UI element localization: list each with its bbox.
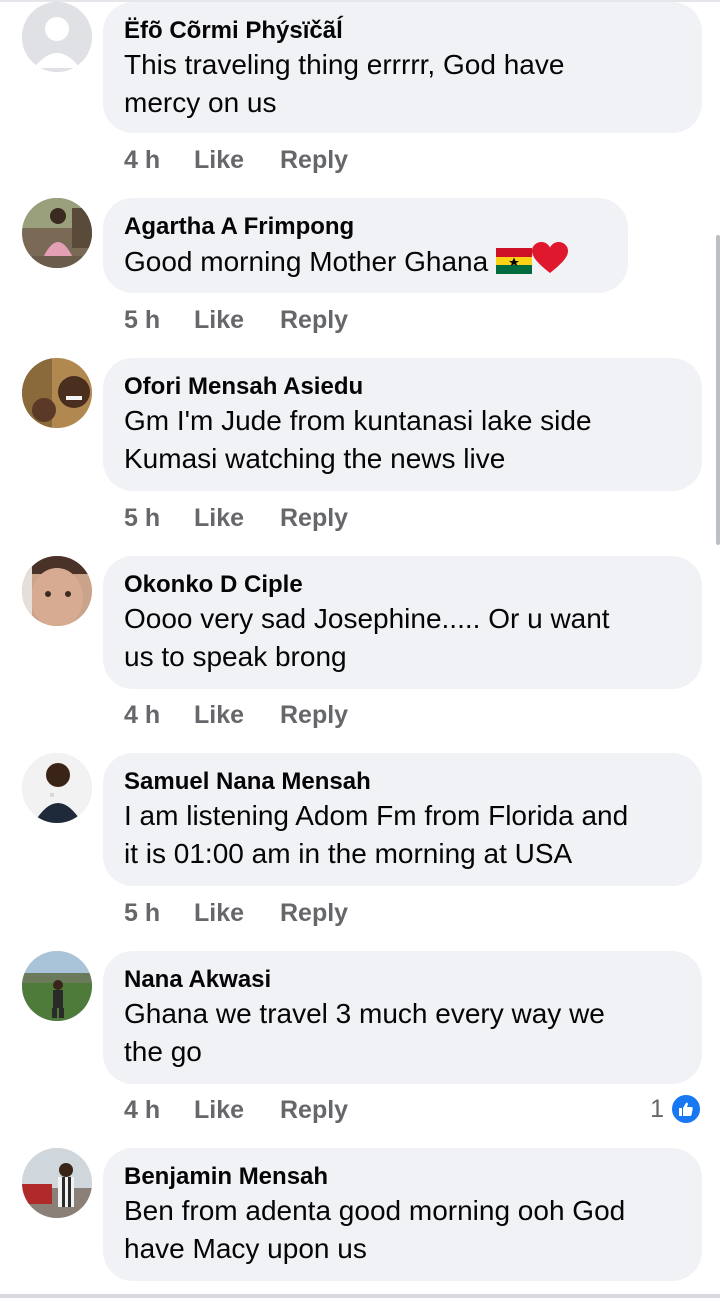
commenter-name[interactable]: Okonko D Ciple <box>124 570 680 600</box>
like-button[interactable]: Like <box>194 898 280 928</box>
comment-timestamp[interactable]: 4 h <box>124 700 194 730</box>
avatar[interactable] <box>22 753 92 823</box>
comment-text-line: Ben from adenta good morning ooh God <box>124 1195 626 1226</box>
reaction-summary[interactable]: 1 <box>650 1093 702 1125</box>
comment-text-line: us to speak brong <box>124 641 347 672</box>
comment-timestamp[interactable]: 5 h <box>124 503 194 533</box>
comment-text-line: Gm I'm Jude from kuntanasi lake side <box>124 405 592 436</box>
reply-button[interactable]: Reply <box>280 145 348 175</box>
comment-actions: 5 h Like Reply <box>124 305 348 335</box>
comment-text-line: I am listening Adom Fm from Florida and <box>124 800 629 831</box>
commenter-name[interactable]: Benjamin Mensah <box>124 1162 680 1192</box>
like-button[interactable]: Like <box>194 503 280 533</box>
comment-bubble[interactable]: Nana Akwasi Ghana we travel 3 much every… <box>103 951 702 1084</box>
comment-timestamp[interactable]: 4 h <box>124 1095 194 1125</box>
avatar[interactable] <box>22 358 92 428</box>
like-button[interactable]: Like <box>194 305 280 335</box>
comment-bubble[interactable]: Agartha A Frimpong Good morning Mother G… <box>103 198 628 293</box>
comment-actions: 4 h Like Reply <box>124 1095 348 1125</box>
comment-bubble[interactable]: Ëfõ Cõrmi Phýsïčãĺ This traveling thing … <box>103 2 702 133</box>
comment-timestamp[interactable]: 4 h <box>124 145 194 175</box>
ghana-flag-icon <box>496 246 532 284</box>
commenter-name[interactable]: Ëfõ Cõrmi Phýsïčãĺ <box>124 16 680 46</box>
comment-actions: 5 h Like Reply <box>124 503 348 533</box>
comment-timestamp[interactable]: 5 h <box>124 305 194 335</box>
reply-button[interactable]: Reply <box>280 898 348 928</box>
scrollbar[interactable] <box>716 235 720 545</box>
comment-text-line: Ghana we travel 3 much every way we <box>124 998 605 1029</box>
comment-text-line: the go <box>124 1036 202 1067</box>
comment-actions: 4 h Like Reply <box>124 700 348 730</box>
comment-timestamp[interactable]: 5 h <box>124 898 194 928</box>
bottom-divider <box>0 1294 720 1298</box>
like-button[interactable]: Like <box>194 145 280 175</box>
thumbs-up-icon <box>670 1093 702 1125</box>
like-button[interactable]: Like <box>194 1095 280 1125</box>
comment-actions: 5 h Like Reply <box>124 898 348 928</box>
comment-bubble[interactable]: Okonko D Ciple Oooo very sad Josephine..… <box>103 556 702 689</box>
commenter-name[interactable]: Ofori Mensah Asiedu <box>124 372 680 402</box>
comment-bubble[interactable]: Samuel Nana Mensah I am listening Adom F… <box>103 753 702 886</box>
commenter-name[interactable]: Samuel Nana Mensah <box>124 767 680 797</box>
avatar[interactable] <box>22 198 92 268</box>
avatar[interactable] <box>22 951 92 1021</box>
commenter-name[interactable]: Nana Akwasi <box>124 965 680 995</box>
comment-bubble[interactable]: Benjamin Mensah Ben from adenta good mor… <box>103 1148 702 1281</box>
reply-button[interactable]: Reply <box>280 503 348 533</box>
avatar[interactable] <box>22 1148 92 1218</box>
avatar[interactable] <box>22 556 92 626</box>
like-button[interactable]: Like <box>194 700 280 730</box>
comment-text-line: mercy on us <box>124 87 277 118</box>
red-heart-icon <box>532 242 568 284</box>
comment-text-line: it is 01:00 am in the morning at USA <box>124 838 573 869</box>
reaction-count: 1 <box>650 1095 664 1123</box>
comment-text-line: Kumasi watching the news live <box>124 443 506 474</box>
comment-text-line: This traveling thing errrrr, God have <box>124 49 565 80</box>
reply-button[interactable]: Reply <box>280 305 348 335</box>
comment-text-line: Oooo very sad Josephine..... Or u want <box>124 603 610 634</box>
comment-actions: 4 h Like Reply <box>124 145 348 175</box>
comment-text-line: have Macy upon us <box>124 1233 367 1264</box>
commenter-name[interactable]: Agartha A Frimpong <box>124 212 606 242</box>
reply-button[interactable]: Reply <box>280 1095 348 1125</box>
comment-text-line: Good morning Mother Ghana <box>124 246 489 277</box>
reply-button[interactable]: Reply <box>280 700 348 730</box>
default-avatar-icon[interactable] <box>22 2 92 72</box>
comment-bubble[interactable]: Ofori Mensah Asiedu Gm I'm Jude from kun… <box>103 358 702 491</box>
